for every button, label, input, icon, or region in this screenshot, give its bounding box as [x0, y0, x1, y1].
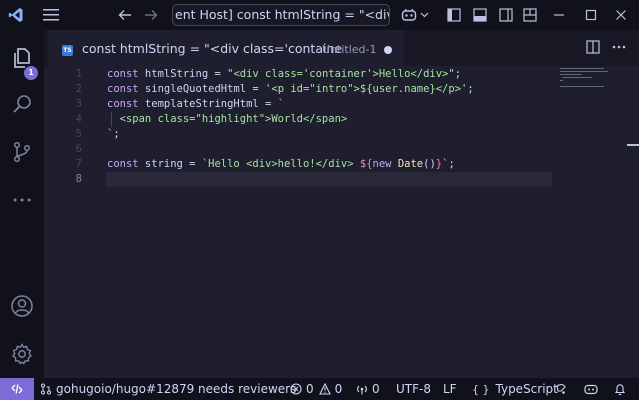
language-mode-status[interactable]: { } TypeScript [472, 378, 558, 400]
line-number: 6 [75, 143, 82, 155]
activity-bar: 1 [0, 30, 44, 378]
tab-description: Untitled-1 [322, 43, 377, 56]
command-center-search[interactable]: ent Host] const htmlString = "<div cla [172, 4, 390, 26]
close-window-icon[interactable] [612, 0, 630, 30]
minimap[interactable] [560, 66, 624, 106]
code-line: const singleQuotedHtml = '<p id="intro">… [107, 83, 474, 95]
search-icon[interactable] [0, 84, 44, 124]
language-label: TypeScript [495, 382, 558, 396]
broadcast-icon [357, 385, 367, 395]
ports-count: 0 [372, 382, 380, 396]
maximize-window-icon[interactable] [582, 0, 600, 30]
editor-tab-untitled-1[interactable]: TS const htmlString = "<div class='conta… [48, 30, 404, 66]
code-line: const htmlString = "<div class='containe… [107, 68, 462, 80]
arrow-left-icon[interactable] [114, 0, 136, 30]
copilot-icon[interactable] [400, 0, 418, 30]
code-editor[interactable]: 1 2 3 4 5 6 7 8 const htmlString = "<div… [44, 66, 639, 378]
remote-icon[interactable] [0, 378, 34, 400]
customize-layout-icon[interactable] [522, 0, 538, 30]
ports-status[interactable]: 0 [356, 378, 380, 400]
line-number: 3 [75, 98, 82, 110]
warning-icon [318, 383, 331, 395]
more-actions-icon[interactable] [610, 38, 628, 56]
scrollbar-position-marker[interactable] [627, 144, 639, 146]
pull-request-status[interactable]: gohugoio/hugo#12879 needs reviewers [40, 378, 296, 400]
title-bar: ent Host] const htmlString = "<div cla [0, 0, 639, 30]
line-number: 8 [75, 173, 82, 185]
eol-status[interactable]: LF [443, 378, 457, 400]
code-line: <span class="highlight">World</span> [107, 113, 348, 125]
notifications-bell-icon[interactable] [614, 378, 630, 400]
copilot-status-icon[interactable] [584, 378, 602, 400]
vscode-logo-icon [6, 0, 26, 30]
code-line: const templateStringHtml = ` [107, 98, 285, 110]
code-line: const string = `Hello <div>hello!</div> … [107, 158, 455, 170]
error-count: 0 [306, 382, 314, 396]
chevron-down-icon[interactable] [418, 0, 430, 30]
warning-count: 0 [334, 382, 343, 396]
split-editor-icon[interactable] [584, 38, 602, 56]
line-number: 1 [75, 68, 82, 80]
current-line-highlight [106, 172, 552, 187]
toggle-secondary-sidebar-icon[interactable] [498, 0, 514, 30]
braces-icon: { } [472, 382, 490, 396]
toggle-primary-sidebar-icon[interactable] [446, 0, 462, 30]
explorer-icon[interactable]: 1 [0, 38, 44, 80]
gear-icon[interactable] [0, 334, 44, 374]
status-bar: gohugoio/hugo#12879 needs reviewers 0 0 … [0, 378, 639, 400]
error-icon [290, 383, 302, 395]
encoding-status[interactable]: UTF-8 [396, 378, 431, 400]
source-control-icon[interactable] [0, 132, 44, 172]
arrow-right-icon[interactable] [140, 0, 162, 30]
code-line: `; [107, 128, 120, 140]
problems-status[interactable]: 0 0 [290, 378, 342, 400]
line-number: 4 [75, 113, 82, 125]
branch-label: gohugoio/hugo#12879 needs reviewers [56, 382, 297, 396]
editor-tabs-bar: TS const htmlString = "<div class='conta… [44, 30, 639, 66]
account-icon[interactable] [0, 286, 44, 326]
unsaved-dot-icon[interactable] [384, 46, 392, 54]
minimize-window-icon[interactable] [550, 0, 568, 30]
toggle-panel-icon[interactable] [472, 0, 488, 30]
git-pull-request-icon [41, 383, 51, 395]
line-number: 2 [75, 83, 82, 95]
tab-title: const htmlString = "<div class='containe [82, 41, 343, 56]
typescript-file-icon: TS [62, 45, 73, 56]
line-number: 5 [75, 128, 82, 140]
hamburger-menu-icon[interactable] [40, 0, 62, 30]
feedback-icon[interactable] [555, 378, 571, 400]
explorer-badge: 1 [24, 66, 38, 80]
more-views-icon[interactable] [0, 180, 44, 220]
line-number: 7 [75, 158, 82, 170]
